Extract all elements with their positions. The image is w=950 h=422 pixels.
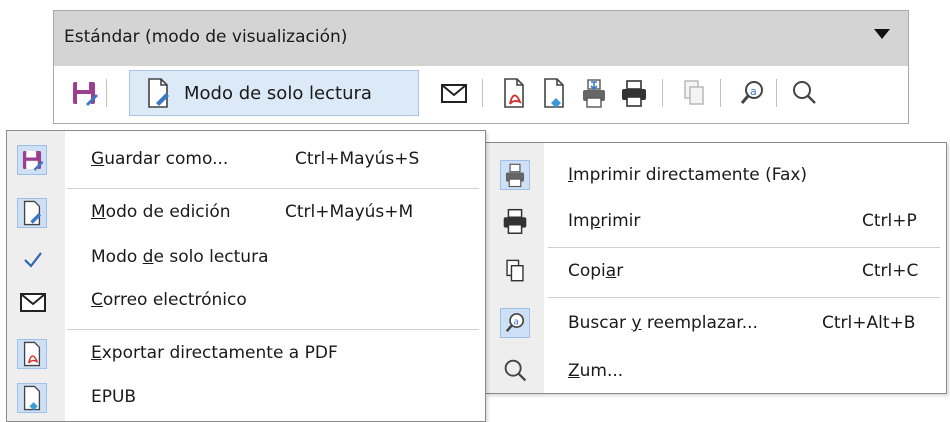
toolbar-title-bar: Estándar (modo de visualización) bbox=[54, 11, 908, 66]
toolbar-separator bbox=[720, 79, 721, 107]
menu-item-export-pdf[interactable]: Exportar directamente a PDF bbox=[7, 335, 485, 375]
find-replace-icon[interactable]: a bbox=[738, 76, 766, 110]
menu-separator bbox=[548, 247, 940, 248]
svg-text:a: a bbox=[750, 85, 757, 98]
menu-item-epub[interactable]: EPUB bbox=[7, 379, 485, 419]
envelope-icon bbox=[20, 293, 46, 312]
menu-item-label: Imprimir bbox=[568, 211, 641, 231]
fax-icon[interactable] bbox=[580, 76, 608, 110]
menu-item-shortcut: Ctrl+P bbox=[862, 211, 917, 231]
zoom-icon bbox=[504, 359, 527, 382]
menu-item-find-replace[interactable]: a Buscar y reemplazar... Ctrl+Alt+B bbox=[486, 303, 946, 343]
menu-item-label: Buscar y reemplazar... bbox=[568, 313, 758, 333]
menu-item-copy[interactable]: Copiar Ctrl+C bbox=[486, 251, 946, 291]
menu-item-print[interactable]: Imprimir Ctrl+P bbox=[486, 201, 946, 241]
menu-item-shortcut: Ctrl+Mayús+M bbox=[285, 202, 414, 222]
checkmark-icon bbox=[24, 252, 42, 268]
toolbar-title: Estándar (modo de visualización) bbox=[64, 27, 348, 47]
menu-item-label: Modo de edición bbox=[91, 202, 231, 222]
menu-icon-frame: a bbox=[500, 308, 530, 338]
menu-item-zoom[interactable]: Zum... bbox=[486, 351, 946, 391]
pdf-export-icon[interactable] bbox=[500, 76, 528, 110]
menu-icon-frame bbox=[17, 198, 47, 228]
menu-separator bbox=[67, 329, 479, 330]
menu-item-label: Modo de solo lectura bbox=[91, 247, 269, 267]
overflow-menu-right: Imprimir directamente (Fax) Imprimir Ctr… bbox=[485, 142, 947, 394]
standard-toolbar: Estándar (modo de visualización) Modo de… bbox=[53, 10, 909, 124]
toolbar-separator bbox=[776, 79, 777, 107]
copy-icon[interactable] bbox=[680, 76, 708, 110]
menu-item-email[interactable]: Correo electrónico bbox=[7, 282, 485, 322]
readonly-mode-label: Modo de solo lectura bbox=[184, 83, 372, 104]
overflow-menu-left: Guardar como... Ctrl+Mayús+S Modo de edi… bbox=[6, 130, 486, 422]
toolbar-menu-dropdown-icon[interactable] bbox=[874, 29, 890, 39]
toolbar-separator bbox=[482, 79, 483, 107]
edit-mode-icon bbox=[148, 78, 169, 108]
menu-item-label: Guardar como... bbox=[91, 149, 229, 169]
menu-item-shortcut: Ctrl+C bbox=[862, 261, 919, 281]
find-replace-icon: a bbox=[505, 313, 525, 333]
envelope-icon[interactable] bbox=[440, 76, 468, 110]
printer-icon[interactable] bbox=[620, 76, 648, 110]
menu-item-label: Copiar bbox=[568, 261, 624, 281]
toolbar-separator bbox=[662, 79, 663, 107]
printer-icon bbox=[503, 208, 527, 234]
menu-icon-frame bbox=[17, 383, 47, 413]
menu-icon-frame bbox=[17, 339, 47, 369]
menu-item-label: Zum... bbox=[568, 361, 624, 381]
toolbar-separator bbox=[106, 79, 107, 107]
menu-separator bbox=[67, 188, 479, 189]
menu-item-edit-mode[interactable]: Modo de edición Ctrl+Mayús+M bbox=[7, 194, 485, 234]
menu-item-label: Exportar directamente a PDF bbox=[91, 343, 338, 363]
menu-item-save-as[interactable]: Guardar como... Ctrl+Mayús+S bbox=[7, 141, 485, 181]
svg-text:a: a bbox=[513, 318, 519, 328]
menu-item-shortcut: Ctrl+Alt+B bbox=[822, 313, 916, 333]
menu-item-label: Correo electrónico bbox=[91, 290, 247, 310]
pdf-export-icon bbox=[23, 341, 41, 367]
menu-item-label: Imprimir directamente (Fax) bbox=[568, 165, 808, 185]
save-as-icon[interactable] bbox=[70, 76, 98, 110]
menu-separator bbox=[548, 297, 940, 298]
epub-icon[interactable] bbox=[540, 76, 568, 110]
zoom-icon[interactable] bbox=[790, 76, 818, 110]
copy-icon bbox=[506, 259, 524, 282]
edit-mode-icon bbox=[23, 200, 42, 226]
menu-item-fax[interactable]: Imprimir directamente (Fax) bbox=[486, 155, 946, 195]
save-as-icon bbox=[22, 150, 44, 171]
menu-icon-frame bbox=[17, 145, 47, 175]
menu-item-shortcut: Ctrl+Mayús+S bbox=[295, 149, 420, 169]
fax-icon bbox=[505, 163, 525, 188]
menu-item-label: EPUB bbox=[91, 387, 137, 407]
menu-item-readonly-mode[interactable]: Modo de solo lectura bbox=[7, 239, 485, 279]
epub-icon bbox=[23, 385, 41, 411]
menu-icon-frame bbox=[500, 160, 530, 190]
